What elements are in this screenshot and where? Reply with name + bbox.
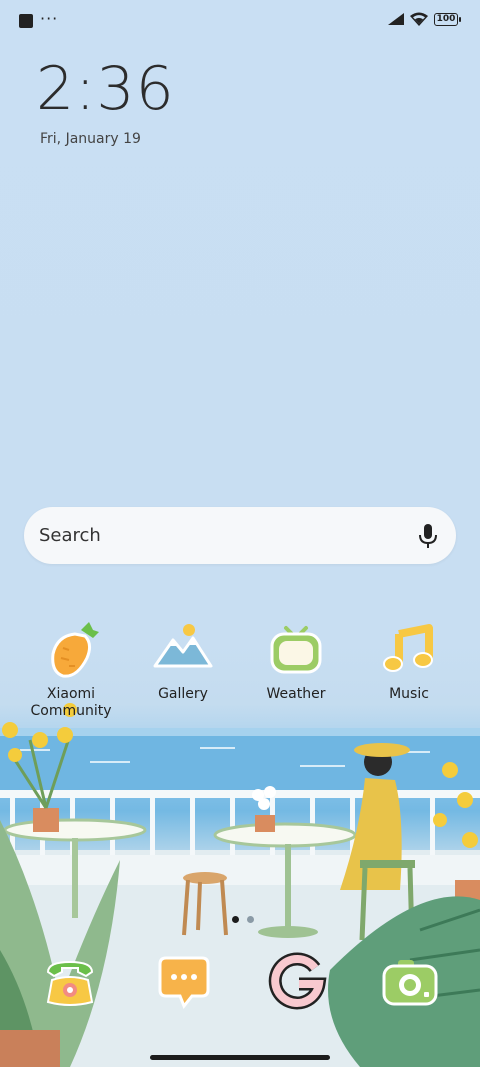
app-label: Weather	[266, 686, 326, 702]
music-note-icon	[377, 618, 441, 682]
page-indicator	[228, 908, 258, 927]
microphone-icon[interactable]	[418, 523, 438, 549]
tv-icon	[264, 618, 328, 682]
camera-icon	[382, 960, 438, 1006]
mountain-icon	[151, 618, 215, 682]
google-icon	[268, 952, 327, 1010]
app-weather[interactable]: Weather	[241, 618, 351, 703]
notification-square-icon	[19, 14, 33, 28]
app-label: Music	[389, 686, 429, 702]
search-placeholder: Search	[39, 525, 101, 546]
cell-signal-icon	[388, 13, 404, 25]
status-bar: ··· 100	[0, 0, 480, 42]
battery-icon: 100	[434, 13, 461, 26]
dock-google[interactable]	[265, 950, 329, 1014]
app-label: Gallery	[158, 686, 208, 702]
dock-camera[interactable]	[378, 950, 442, 1014]
page-dot	[247, 916, 254, 923]
home-indicator[interactable]	[150, 1055, 330, 1060]
dock-messages[interactable]	[152, 950, 216, 1014]
app-xiaomi-community[interactable]: Xiaomi Community	[16, 618, 126, 720]
app-label: Xiaomi Community	[30, 686, 112, 719]
search-bar[interactable]: Search	[24, 507, 456, 564]
page-dot-active	[232, 916, 239, 923]
app-gallery[interactable]: Gallery	[128, 618, 238, 703]
more-notifications-icon: ···	[40, 9, 59, 28]
clock-date[interactable]: Fri, January 19	[40, 131, 141, 147]
carrot-icon	[39, 618, 103, 682]
phone-icon	[46, 960, 94, 1006]
app-music[interactable]: Music	[354, 618, 464, 703]
dock-phone[interactable]	[38, 950, 102, 1014]
wifi-icon	[410, 12, 428, 26]
clock-time[interactable]: 2:36	[36, 54, 175, 124]
messages-icon	[158, 956, 210, 1009]
